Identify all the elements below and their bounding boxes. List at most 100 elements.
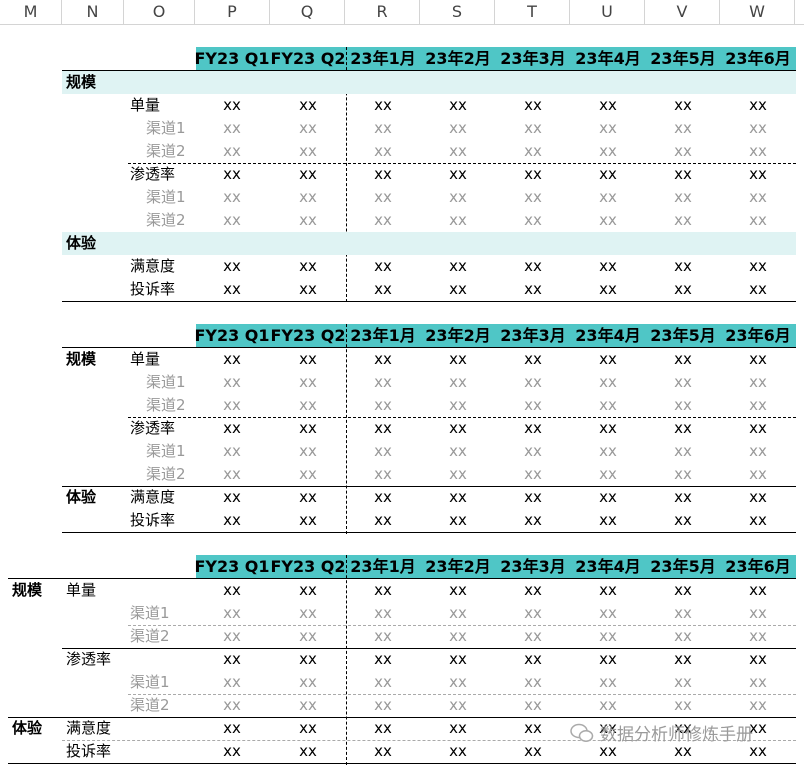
value-cell: xx <box>449 142 467 160</box>
value-cell: xx <box>374 257 392 275</box>
value-cell: xx <box>524 719 542 737</box>
value-cell: xx <box>524 142 542 160</box>
value-cell: xx <box>223 465 241 483</box>
value-cell: xx <box>599 442 617 460</box>
row-label: 投诉率 <box>130 280 176 298</box>
value-cell: xx <box>223 188 241 206</box>
value-cell: xx <box>374 511 392 529</box>
value-cell: xx <box>599 465 617 483</box>
value-cell: xx <box>749 673 767 691</box>
column-letter-w[interactable]: W <box>720 0 795 24</box>
value-cell: xx <box>449 465 467 483</box>
header-4: 23年3月 <box>500 557 566 576</box>
value-cell: xx <box>374 442 392 460</box>
value-cell: xx <box>449 165 467 183</box>
value-cell: xx <box>674 188 692 206</box>
value-cell: xx <box>599 257 617 275</box>
column-letter-n[interactable]: N <box>62 0 124 24</box>
header-5: 23年4月 <box>575 326 641 345</box>
header-3: 23年2月 <box>425 49 491 68</box>
value-cell: xx <box>299 627 317 645</box>
value-cell: xx <box>749 488 767 506</box>
header-2: 23年1月 <box>350 326 416 345</box>
column-letter-t[interactable]: T <box>495 0 570 24</box>
value-cell: xx <box>524 604 542 622</box>
value-cell: xx <box>374 188 392 206</box>
row-label: 渗透率 <box>66 650 112 668</box>
column-letter-p[interactable]: P <box>195 0 270 24</box>
value-cell: xx <box>299 488 317 506</box>
value-cell: xx <box>599 627 617 645</box>
value-cell: xx <box>674 696 692 714</box>
value-cell: xx <box>749 650 767 668</box>
value-cell: xx <box>599 650 617 668</box>
value-cell: xx <box>449 581 467 599</box>
column-letter-r[interactable]: R <box>345 0 420 24</box>
value-cell: xx <box>299 604 317 622</box>
column-letter-u[interactable]: U <box>570 0 645 24</box>
column-letter-q[interactable]: Q <box>270 0 345 24</box>
value-cell: xx <box>374 119 392 137</box>
value-cell: xx <box>449 742 467 760</box>
value-cell: xx <box>599 165 617 183</box>
value-cell: xx <box>524 119 542 137</box>
value-cell: xx <box>299 396 317 414</box>
header-1: FY23 Q2 <box>270 326 346 345</box>
value-cell: xx <box>674 673 692 691</box>
row-label: 渠道1 <box>146 373 186 391</box>
value-cell: xx <box>749 165 767 183</box>
value-cell: xx <box>524 165 542 183</box>
value-cell: xx <box>599 188 617 206</box>
watermark: 数据分析师修炼手册 <box>570 720 753 748</box>
value-cell: xx <box>749 604 767 622</box>
value-cell: xx <box>449 696 467 714</box>
value-cell: xx <box>449 650 467 668</box>
column-letter-s[interactable]: S <box>420 0 495 24</box>
row-label: 单量 <box>130 350 161 368</box>
value-cell: xx <box>374 165 392 183</box>
row-label: 渠道2 <box>146 142 186 160</box>
value-cell: xx <box>524 650 542 668</box>
section-label: 体验 <box>66 488 97 506</box>
value-cell: xx <box>749 373 767 391</box>
value-cell: xx <box>674 350 692 368</box>
value-cell: xx <box>524 257 542 275</box>
row-label: 渠道2 <box>130 627 170 645</box>
header-5: 23年4月 <box>575 557 641 576</box>
row-label: 满意度 <box>66 719 112 737</box>
value-cell: xx <box>374 627 392 645</box>
value-cell: xx <box>299 511 317 529</box>
header-7: 23年6月 <box>725 49 791 68</box>
value-cell: xx <box>374 488 392 506</box>
header-1: FY23 Q2 <box>270 49 346 68</box>
value-cell: xx <box>223 350 241 368</box>
header-0: FY23 Q1 <box>194 326 270 345</box>
header-7: 23年6月 <box>725 557 791 576</box>
row-label: 单量 <box>130 96 161 114</box>
value-cell: xx <box>674 511 692 529</box>
value-cell: xx <box>374 696 392 714</box>
section-fill <box>62 232 796 255</box>
value-cell: xx <box>449 96 467 114</box>
column-letter-o[interactable]: O <box>124 0 195 24</box>
value-cell: xx <box>299 650 317 668</box>
value-cell: xx <box>524 742 542 760</box>
value-cell: xx <box>449 119 467 137</box>
row-label: 渠道1 <box>146 119 186 137</box>
column-letter-m[interactable]: M <box>0 0 62 24</box>
watermark-text: 数据分析师修炼手册 <box>600 725 753 745</box>
value-cell: xx <box>449 257 467 275</box>
value-cell: xx <box>749 280 767 298</box>
value-cell: xx <box>223 742 241 760</box>
value-cell: xx <box>299 96 317 114</box>
row-label: 满意度 <box>130 257 176 275</box>
value-cell: xx <box>449 419 467 437</box>
value-cell: xx <box>524 442 542 460</box>
header-2: 23年1月 <box>350 49 416 68</box>
column-letter-v[interactable]: V <box>645 0 720 24</box>
value-cell: xx <box>299 280 317 298</box>
value-cell: xx <box>674 488 692 506</box>
value-cell: xx <box>749 419 767 437</box>
header-4: 23年3月 <box>500 326 566 345</box>
value-cell: xx <box>449 604 467 622</box>
